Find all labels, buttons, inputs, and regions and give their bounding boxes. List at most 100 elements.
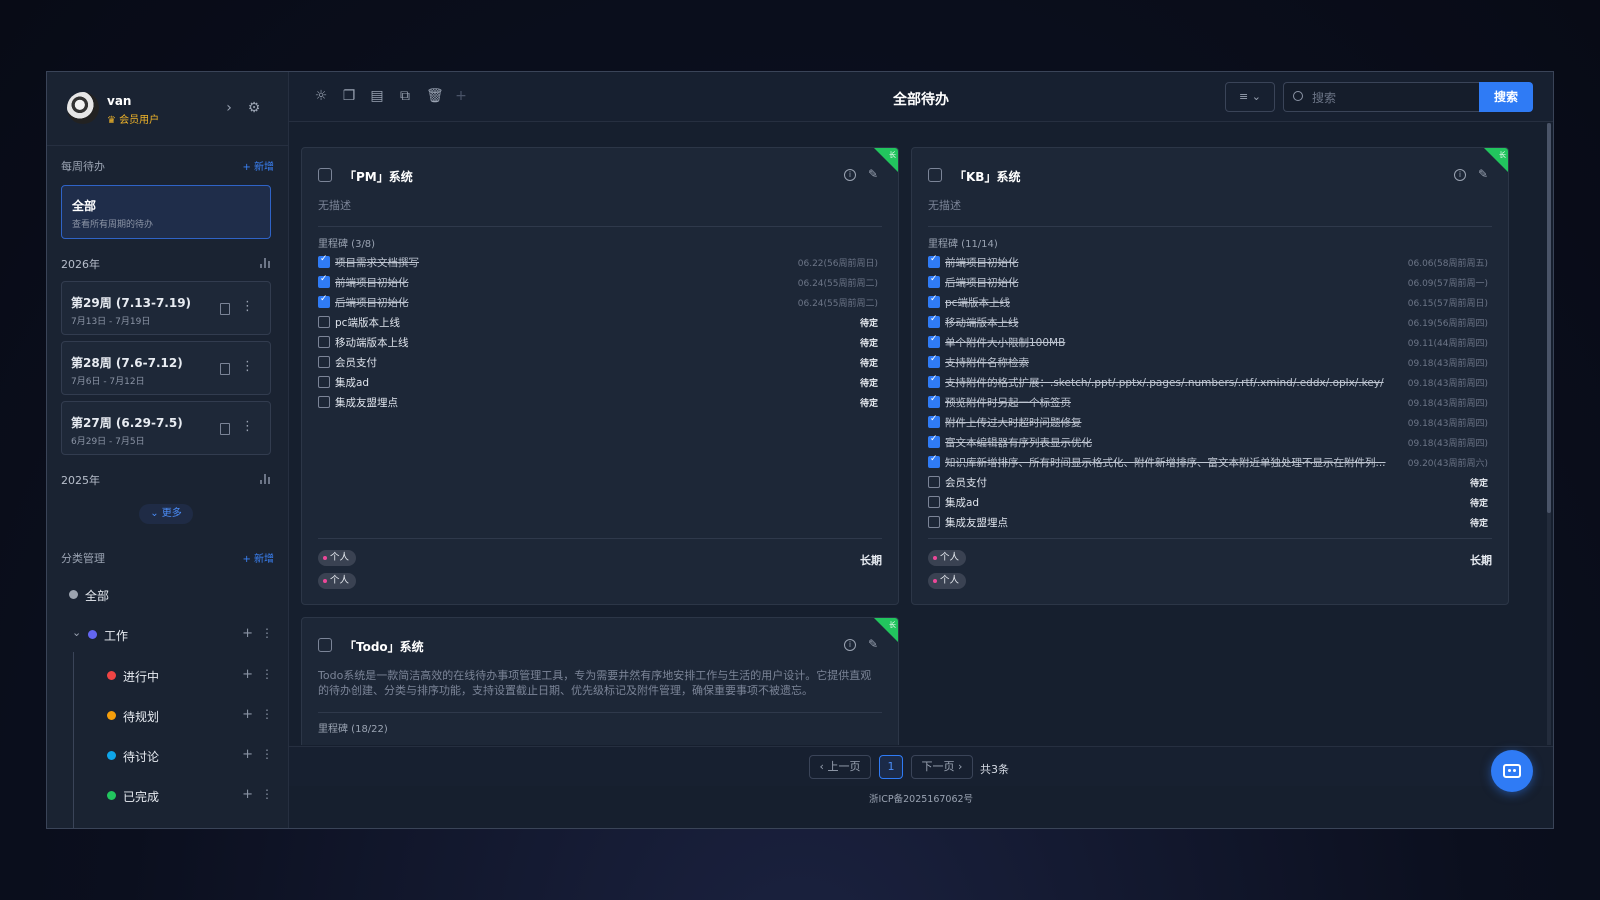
category-done[interactable]: 已完成 + ⋮ bbox=[47, 786, 288, 806]
milestone-item[interactable]: 集成ad 待定 bbox=[928, 492, 1492, 512]
weekly-add-button[interactable]: + 新增 bbox=[242, 158, 274, 173]
info-icon[interactable]: i bbox=[844, 169, 856, 181]
chevron-right-icon[interactable]: › bbox=[221, 100, 237, 116]
edit-icon[interactable]: ✎ bbox=[1478, 167, 1488, 181]
gear-icon[interactable]: ⚙ bbox=[246, 100, 262, 116]
milestone-checkbox[interactable] bbox=[318, 294, 330, 308]
milestone-item[interactable]: 支持附件的格式扩展：.sketch/.ppt/.pptx/.pages/.num… bbox=[928, 372, 1492, 392]
milestone-item[interactable]: 预览附件时另起一个标签页 09.18(43周前周四) bbox=[928, 392, 1492, 412]
milestone-item[interactable]: 单个附件大小限制100MB 09.11(44周前周四) bbox=[928, 332, 1492, 352]
more-vertical-icon[interactable]: ⋮ bbox=[241, 419, 254, 434]
search-box[interactable] bbox=[1283, 82, 1479, 112]
category-all[interactable]: 全部 bbox=[47, 585, 288, 605]
milestone-checkbox[interactable] bbox=[928, 334, 940, 348]
more-vertical-icon[interactable]: ⋮ bbox=[261, 747, 273, 761]
more-vertical-icon[interactable]: ⋮ bbox=[261, 626, 273, 640]
next-page-button[interactable]: 下一页 › bbox=[911, 755, 973, 779]
milestone-checkbox[interactable] bbox=[318, 274, 330, 288]
card-checkbox[interactable] bbox=[318, 168, 332, 182]
more-vertical-icon[interactable]: ⋮ bbox=[261, 667, 273, 681]
prev-page-button[interactable]: ‹ 上一页 bbox=[809, 755, 871, 779]
milestone-item[interactable]: 项目需求文档撰写 06.22(56周前周日) bbox=[318, 252, 882, 272]
milestone-checkbox[interactable] bbox=[318, 316, 330, 328]
milestone-item[interactable]: 前端项目初始化 06.06(58周前周五) bbox=[928, 252, 1492, 272]
scrollbar[interactable] bbox=[1547, 123, 1551, 745]
milestone-checkbox[interactable] bbox=[928, 516, 940, 528]
more-vertical-icon[interactable]: ⋮ bbox=[261, 787, 273, 801]
milestone-item[interactable]: 前端项目初始化 06.24(55周前周二) bbox=[318, 272, 882, 292]
milestone-checkbox[interactable] bbox=[318, 356, 330, 368]
milestone-checkbox[interactable] bbox=[928, 374, 940, 388]
more-vertical-icon[interactable]: ⋮ bbox=[241, 359, 254, 374]
milestone-item[interactable]: 会员支付 待定 bbox=[318, 352, 882, 372]
milestone-checkbox[interactable] bbox=[318, 396, 330, 408]
stats-icon[interactable] bbox=[260, 258, 270, 268]
milestone-item[interactable]: 后端项目初始化 06.09(57周前周一) bbox=[928, 272, 1492, 292]
milestone-item[interactable]: 集成友盟埋点 待定 bbox=[928, 512, 1492, 532]
tag[interactable]: 个人 bbox=[318, 573, 357, 589]
milestone-item[interactable]: 支持附件名称检索 09.18(43周前周四) bbox=[928, 352, 1492, 372]
add-icon[interactable]: + bbox=[242, 747, 253, 762]
chevron-down-icon[interactable]: ⌄ bbox=[72, 626, 81, 639]
milestone-item[interactable]: 附件上传过大时超时问题修复 09.18(43周前周四) bbox=[928, 412, 1492, 432]
scrollbar-thumb[interactable] bbox=[1547, 123, 1551, 513]
stats-icon[interactable] bbox=[260, 474, 270, 484]
avatar[interactable] bbox=[67, 92, 99, 124]
category-planning[interactable]: 待规划 + ⋮ bbox=[47, 706, 288, 726]
tag[interactable]: 个人 bbox=[928, 573, 967, 589]
milestone-item[interactable]: 移动端版本上线 06.19(56周前周四) bbox=[928, 312, 1492, 332]
category-work[interactable]: ⌄ 工作 + ⋮ bbox=[47, 625, 288, 645]
milestone-checkbox[interactable] bbox=[928, 454, 940, 468]
milestone-checkbox[interactable] bbox=[928, 314, 940, 328]
milestone-item[interactable]: 会员支付 待定 bbox=[928, 472, 1492, 492]
milestone-item[interactable]: pc端版本上线 06.15(57周前周日) bbox=[928, 292, 1492, 312]
card-checkbox[interactable] bbox=[928, 168, 942, 182]
weekly-all-card[interactable]: 全部 查看所有周期的待办 bbox=[61, 185, 271, 239]
add-icon[interactable]: + bbox=[242, 707, 253, 722]
milestone-item[interactable]: 后端项目初始化 06.24(55周前周二) bbox=[318, 292, 882, 312]
milestone-checkbox[interactable] bbox=[928, 414, 940, 428]
filter-button[interactable]: ≡ ⌄ bbox=[1225, 82, 1275, 112]
add-icon[interactable]: + bbox=[242, 626, 253, 641]
category-discuss[interactable]: 待讨论 + ⋮ bbox=[47, 746, 288, 766]
more-weeks-button[interactable]: ⌄ 更多 bbox=[139, 504, 193, 524]
milestone-checkbox[interactable] bbox=[928, 394, 940, 408]
todo-card[interactable]: 长 「KB」系统 i ✎ 无描述 里程碑 (11/14) 前端项目初始化 06.0… bbox=[911, 147, 1509, 605]
week-card[interactable]: 第27周 (6.29-7.5) 6月29日 - 7月5日 ⋮ bbox=[61, 401, 271, 455]
assistant-button[interactable] bbox=[1491, 750, 1533, 792]
milestone-item[interactable]: pc端版本上线 待定 bbox=[318, 312, 882, 332]
info-icon[interactable]: i bbox=[1454, 169, 1466, 181]
milestone-checkbox[interactable] bbox=[928, 294, 940, 308]
category-add-button[interactable]: + 新增 bbox=[242, 550, 274, 565]
milestone-item[interactable]: 集成ad 待定 bbox=[318, 372, 882, 392]
search-input[interactable] bbox=[1312, 88, 1472, 108]
milestone-checkbox[interactable] bbox=[318, 376, 330, 388]
milestone-item[interactable]: 移动端版本上线 待定 bbox=[318, 332, 882, 352]
milestone-checkbox[interactable] bbox=[318, 336, 330, 348]
week-card[interactable]: 第28周 (7.6-7.12) 7月6日 - 7月12日 ⋮ bbox=[61, 341, 271, 395]
milestone-checkbox[interactable] bbox=[928, 434, 940, 448]
document-icon[interactable] bbox=[220, 303, 230, 315]
document-icon[interactable] bbox=[220, 423, 230, 435]
tag[interactable]: 个人 bbox=[318, 550, 357, 566]
category-in-progress[interactable]: 进行中 + ⋮ bbox=[47, 666, 288, 686]
page-1-button[interactable]: 1 bbox=[879, 755, 903, 779]
add-icon[interactable]: + bbox=[242, 667, 253, 682]
tag[interactable]: 个人 bbox=[928, 550, 967, 566]
milestone-checkbox[interactable] bbox=[318, 254, 330, 268]
add-icon[interactable]: + bbox=[242, 787, 253, 802]
info-icon[interactable]: i bbox=[844, 639, 856, 651]
document-icon[interactable] bbox=[220, 363, 230, 375]
more-vertical-icon[interactable]: ⋮ bbox=[241, 299, 254, 314]
search-button[interactable]: 搜索 bbox=[1479, 82, 1533, 112]
todo-card[interactable]: 长 「PM」系统 i ✎ 无描述 里程碑 (3/8) 项目需求文档撰写 06.22… bbox=[301, 147, 899, 605]
milestone-checkbox[interactable] bbox=[928, 476, 940, 488]
more-vertical-icon[interactable]: ⋮ bbox=[261, 707, 273, 721]
edit-icon[interactable]: ✎ bbox=[868, 167, 878, 181]
footer-icp[interactable]: 浙ICP备2025167062号 bbox=[289, 786, 1553, 828]
todo-card[interactable]: 长 「Todo」系统 i ✎ Todo系统是一款简洁高效的在线待办事项管理工具，… bbox=[301, 617, 899, 745]
milestone-checkbox[interactable] bbox=[928, 496, 940, 508]
milestone-item[interactable]: 集成友盟埋点 待定 bbox=[318, 392, 882, 412]
milestone-item[interactable]: 知识库新增排序、所有时间显示格式化、附件新增排序、富文本附近单独处理不显示在附件… bbox=[928, 452, 1492, 472]
milestone-checkbox[interactable] bbox=[928, 274, 940, 288]
